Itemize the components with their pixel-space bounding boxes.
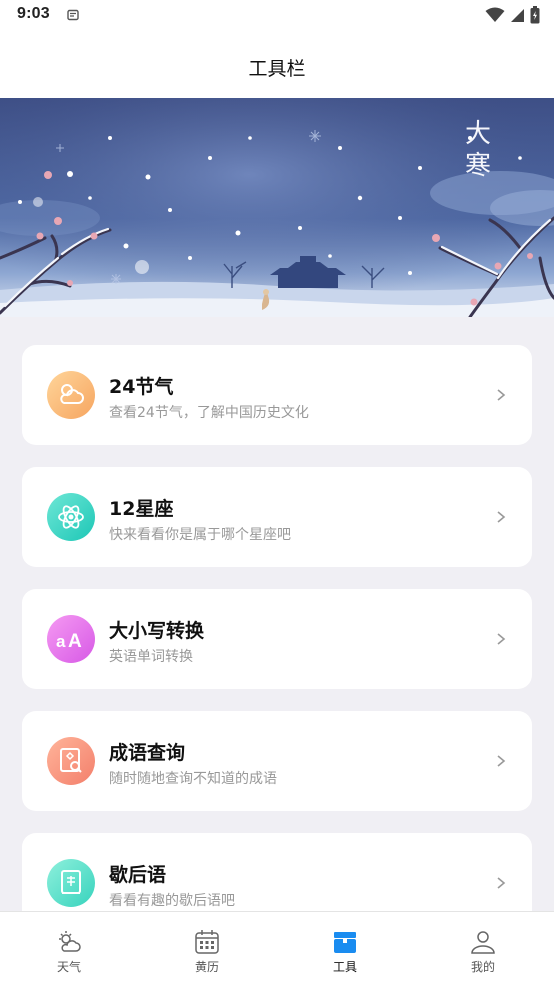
tool-title: 歇后语 <box>109 864 167 886</box>
tool-card-case-convert[interactable]: aA 大小写转换 英语单词转换 <box>22 589 532 689</box>
cloud-sun-icon <box>47 371 95 419</box>
tool-title: 大小写转换 <box>109 620 205 642</box>
toolbox-icon <box>334 932 356 953</box>
profile-icon <box>471 931 495 954</box>
tool-title: 24节气 <box>109 376 174 398</box>
tab-label: 天气 <box>56 960 81 974</box>
tab-weather[interactable]: 天气 <box>0 912 138 984</box>
atom-icon <box>47 493 95 541</box>
chevron-right-icon <box>497 755 506 767</box>
tool-description: 看看有趣的歇后语吧 <box>109 893 235 909</box>
tab-profile[interactable]: 我的 <box>414 912 552 984</box>
weather-icon <box>59 931 81 952</box>
winter-banner-illustration: 大 寒 <box>0 98 554 317</box>
banner-calligraphy-2: 寒 <box>465 151 491 181</box>
chevron-right-icon <box>497 389 506 401</box>
tab-label: 工具 <box>332 960 357 974</box>
notification-icon <box>66 7 80 26</box>
svg-text:A: A <box>68 631 82 651</box>
tool-card-idiom-search[interactable]: 成语查询 随时随地查询不知道的成语 <box>22 711 532 811</box>
page-title: 工具栏 <box>248 58 306 80</box>
tab-almanac[interactable]: 黄历 <box>138 912 276 984</box>
book-search-icon <box>47 737 95 785</box>
tool-card-solar-terms[interactable]: 24节气 查看24节气，了解中国历史文化 <box>22 345 532 445</box>
calendar-icon <box>195 930 219 954</box>
status-bar: 9:03 <box>0 0 554 32</box>
tool-description: 查看24节气，了解中国历史文化 <box>109 405 309 421</box>
tab-label: 我的 <box>470 960 495 974</box>
chevron-right-icon <box>497 511 506 523</box>
wifi-icon <box>485 7 505 27</box>
bottom-tab-bar: 天气 黄历 工具 我的 <box>0 911 554 984</box>
status-icons <box>485 6 540 28</box>
tool-card-zodiac[interactable]: 12星座 快来看看你是属于哪个星座吧 <box>22 467 532 567</box>
tool-description: 快来看看你是属于哪个星座吧 <box>109 527 291 543</box>
svg-text:a: a <box>56 632 66 651</box>
tab-label: 黄历 <box>194 960 219 974</box>
tool-card-xiehouyu[interactable]: 歇后语 看看有趣的歇后语吧 <box>22 833 532 911</box>
xie-book-icon <box>47 859 95 907</box>
letter-case-icon: aA <box>47 615 95 663</box>
battery-icon <box>530 6 540 28</box>
signal-icon <box>510 8 525 27</box>
status-time: 9:03 <box>17 5 50 22</box>
tool-description: 随时随地查询不知道的成语 <box>109 771 277 787</box>
chevron-right-icon <box>497 877 506 889</box>
banner-calligraphy: 大 <box>465 119 491 149</box>
title-bar: 工具栏 <box>0 32 554 98</box>
tab-tools[interactable]: 工具 <box>276 912 414 984</box>
chevron-right-icon <box>497 633 506 645</box>
tool-list: 24节气 查看24节气，了解中国历史文化 12星座 快来看看你是属于哪个星座吧 … <box>0 317 554 911</box>
tool-title: 12星座 <box>109 498 174 520</box>
tool-title: 成语查询 <box>109 742 186 764</box>
tool-description: 英语单词转换 <box>109 649 193 665</box>
banner[interactable]: 大 寒 <box>0 98 554 317</box>
